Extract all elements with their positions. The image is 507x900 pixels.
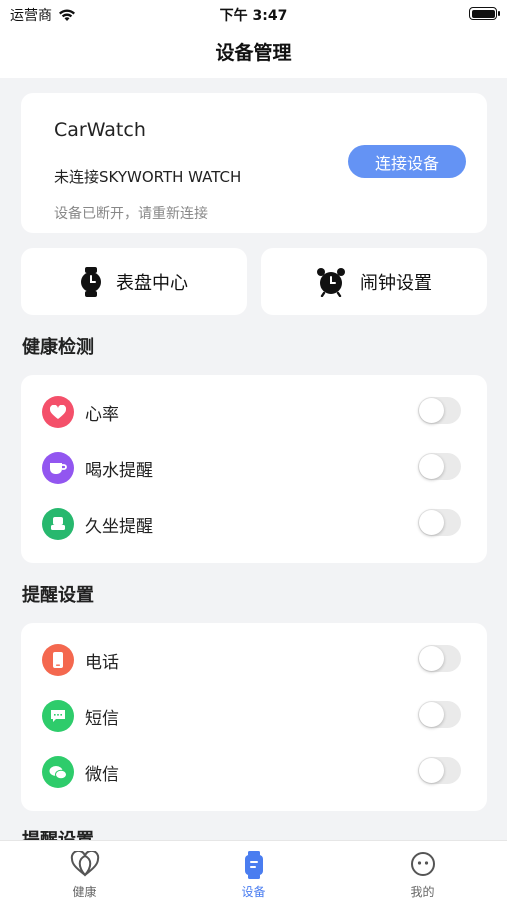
list-item-wechat: 微信 xyxy=(21,743,487,799)
health-list: 心率 喝水提醒 久坐提醒 xyxy=(21,375,487,563)
water-reminder-label: 喝水提醒 xyxy=(85,461,153,481)
reminder-section-title: 提醒设置 xyxy=(22,585,94,606)
list-item-water-reminder: 喝水提醒 xyxy=(21,439,487,495)
status-bar: 运营商 下午 3:47 xyxy=(0,0,507,28)
watch-face-center-label: 表盘中心 xyxy=(116,272,188,294)
heart-rate-toggle[interactable] xyxy=(418,397,461,424)
watch-face-center-button[interactable]: 表盘中心 xyxy=(21,248,247,315)
nav-bar: 设备管理 xyxy=(0,28,507,78)
phone-toggle[interactable] xyxy=(418,645,461,672)
tab-profile-label: 我的 xyxy=(410,885,435,899)
wechat-icon xyxy=(42,756,74,788)
health-section-title: 健康检测 xyxy=(22,337,94,358)
disconnect-note: 设备已断开，请重新连接 xyxy=(54,206,208,222)
sms-label: 短信 xyxy=(85,709,119,729)
list-item-phone: 电话 xyxy=(21,631,487,687)
tab-health[interactable]: 健康 xyxy=(0,841,169,900)
phone-label: 电话 xyxy=(85,653,119,673)
tab-health-label: 健康 xyxy=(72,885,97,899)
page-title: 设备管理 xyxy=(215,42,292,64)
health-icon xyxy=(70,851,99,877)
status-time: 下午 3:47 xyxy=(219,8,288,24)
cup-icon xyxy=(42,452,74,484)
message-icon xyxy=(42,700,74,732)
heart-rate-label: 心率 xyxy=(85,405,119,425)
tab-device-label: 设备 xyxy=(241,885,266,899)
sms-toggle[interactable] xyxy=(418,701,461,728)
battery-icon xyxy=(469,7,500,20)
wechat-toggle[interactable] xyxy=(418,757,461,784)
tab-bar: 健康 设备 我的 xyxy=(0,840,507,900)
seat-icon xyxy=(42,508,74,540)
tab-device[interactable]: 设备 xyxy=(169,841,338,900)
profile-icon xyxy=(410,852,435,876)
reminder-list: 电话 短信 微信 xyxy=(21,623,487,811)
list-item-sms: 短信 xyxy=(21,687,487,743)
connection-status: 未连接SKYWORTH WATCH xyxy=(54,168,242,186)
heart-icon xyxy=(42,396,74,428)
phone-icon xyxy=(42,644,74,676)
list-item-heart-rate: 心率 xyxy=(21,383,487,439)
alarm-clock-icon xyxy=(317,267,345,297)
list-item-sedentary-reminder: 久坐提醒 xyxy=(21,495,487,551)
alarm-settings-button[interactable]: 闹钟设置 xyxy=(261,248,487,315)
sedentary-reminder-toggle[interactable] xyxy=(418,509,461,536)
alarm-settings-label: 闹钟设置 xyxy=(360,272,432,294)
device-card: CarWatch 未连接SKYWORTH WATCH 设备已断开，请重新连接 连… xyxy=(21,93,487,233)
device-icon xyxy=(244,851,263,879)
sedentary-reminder-label: 久坐提醒 xyxy=(85,517,153,537)
tab-profile[interactable]: 我的 xyxy=(338,841,507,900)
wechat-label: 微信 xyxy=(85,765,119,785)
device-name: CarWatch xyxy=(54,119,146,141)
connect-device-button[interactable]: 连接设备 xyxy=(348,145,466,178)
watch-icon xyxy=(81,266,101,297)
water-reminder-toggle[interactable] xyxy=(418,453,461,480)
